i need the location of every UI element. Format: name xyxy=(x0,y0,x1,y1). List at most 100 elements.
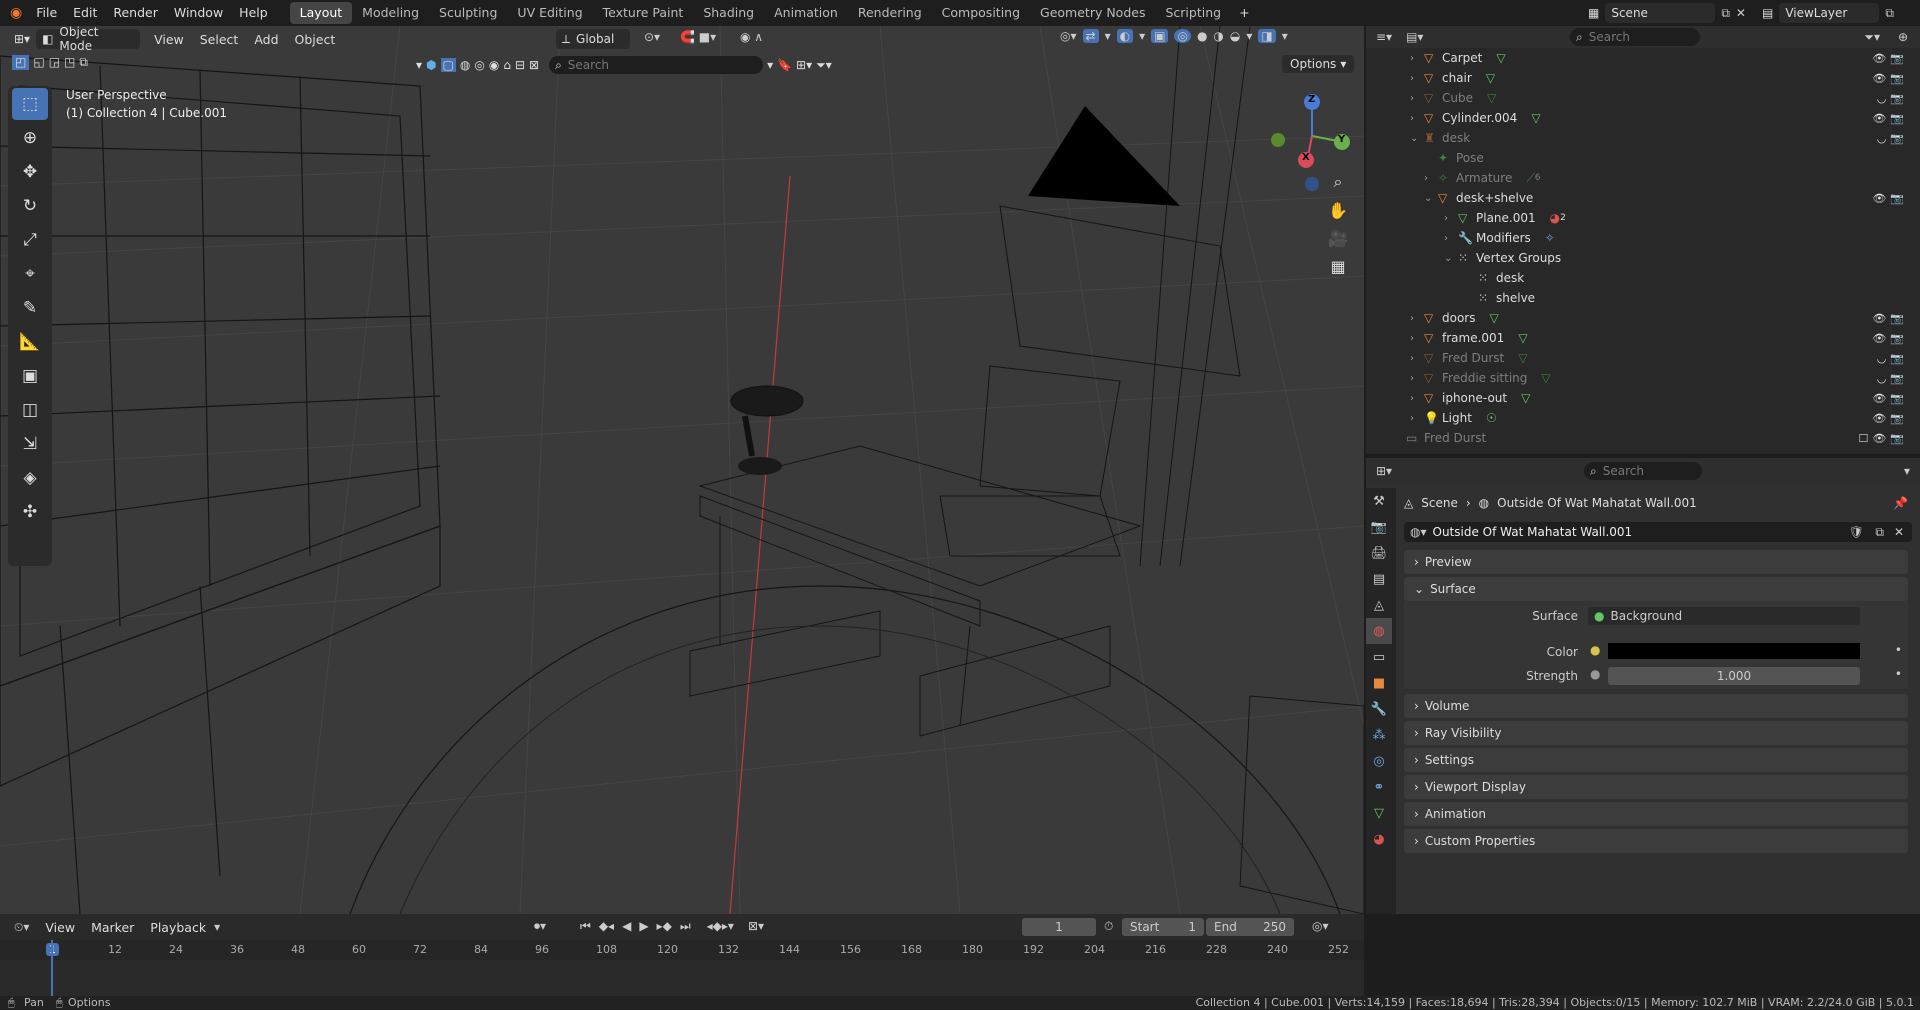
scene-selector[interactable]: Scene xyxy=(1605,3,1716,23)
material-tab-icon[interactable]: ◕ xyxy=(1366,826,1392,852)
collapse-arrow-icon[interactable]: ⌄ xyxy=(1424,193,1438,204)
world-tab-icon[interactable]: ◍ xyxy=(1366,618,1392,644)
new-collection-icon[interactable]: ⊕ xyxy=(1898,30,1908,44)
snap-icon[interactable]: 🧲 ■▾ xyxy=(680,30,716,44)
menu-object[interactable]: Object xyxy=(287,32,344,47)
next-keyframe-icon[interactable]: ▸◆ xyxy=(657,919,672,934)
panel-ray-visibility[interactable]: › Ray Visibility xyxy=(1404,721,1908,745)
blender-logo-icon[interactable]: ◉ xyxy=(0,5,28,21)
start-frame-field[interactable]: Start 1 xyxy=(1122,918,1204,936)
menu-add[interactable]: Add xyxy=(246,32,286,47)
expand-arrow-icon[interactable]: › xyxy=(1424,173,1438,184)
hidden-render-icons[interactable]: ◡📷 xyxy=(1877,132,1908,145)
expand-arrow-icon[interactable]: › xyxy=(1410,93,1424,104)
expand-arrow-icon[interactable]: › xyxy=(1410,393,1424,404)
panel-preview[interactable]: › Preview xyxy=(1404,550,1908,574)
filter-mesh-icon[interactable]: ◍ xyxy=(460,58,470,72)
outliner-item-freddie-sitting[interactable]: › ▽ Freddie sitting ▽ ◡📷 xyxy=(1366,368,1920,388)
hidden-render-icons[interactable]: ◡📷 xyxy=(1877,352,1908,365)
playhead[interactable] xyxy=(51,940,53,996)
menu-file[interactable]: File xyxy=(28,0,65,26)
add-cube-tool[interactable]: ▣ xyxy=(12,360,48,392)
tab-geometry-nodes[interactable]: Geometry Nodes xyxy=(1030,2,1155,24)
particles-tab-icon[interactable]: ⁂ xyxy=(1366,722,1392,748)
timeline-editor-icon[interactable]: ⏲▾ xyxy=(0,920,37,935)
collapse-arrow-icon[interactable]: ⌄ xyxy=(1410,133,1424,144)
panel-settings[interactable]: › Settings xyxy=(1404,748,1908,772)
menu-edit[interactable]: Edit xyxy=(65,0,105,26)
jump-start-icon[interactable]: ⏮ xyxy=(580,919,591,934)
outliner-item-fred-durst-collection[interactable]: ▭ Fred Durst ☐👁📷 xyxy=(1366,428,1920,448)
panel-animation[interactable]: › Animation xyxy=(1404,802,1908,826)
visibility-render-icons[interactable]: 👁📷 xyxy=(1872,412,1908,425)
surface-shader-selector[interactable]: ● Background xyxy=(1588,607,1860,625)
tab-rendering[interactable]: Rendering xyxy=(848,2,932,24)
overlay-toggle-icon[interactable]: ◐ xyxy=(1116,29,1134,43)
outliner-item-iphone-out[interactable]: › ▽ iphone-out ▽ 👁📷 xyxy=(1366,388,1920,408)
select-box-tool[interactable]: ⬚ xyxy=(12,88,48,120)
menu-view[interactable]: View xyxy=(146,32,192,47)
outliner-item-desk[interactable]: ⌄ ♜ desk ◡📷 xyxy=(1366,128,1920,148)
extrude-tool[interactable]: ◫ xyxy=(12,394,48,426)
expand-arrow-icon[interactable]: › xyxy=(1410,373,1424,384)
outliner-item-vgroup-shelve[interactable]: ⁙ shelve xyxy=(1366,288,1920,308)
collection-tab-icon[interactable]: ▭ xyxy=(1366,644,1392,670)
outliner-item-plane[interactable]: › ▽ Plane.001 ◕ 2 xyxy=(1366,208,1920,228)
filter-other-icon[interactable]: ⊟ xyxy=(515,58,525,72)
delete-scene-icon[interactable]: ✕ xyxy=(1736,6,1746,20)
menu-render[interactable]: Render xyxy=(105,0,166,26)
tab-modeling[interactable]: Modeling xyxy=(352,2,429,24)
visibility-icon[interactable]: ◎▾ xyxy=(1060,29,1077,43)
cursor-tool[interactable]: ⊕ xyxy=(12,122,48,154)
outliner-item-modifiers[interactable]: › 🔧 Modifiers ✧ xyxy=(1366,228,1920,248)
outliner-item-frame[interactable]: › ▽ frame.001 ▽ 👁📷 xyxy=(1366,328,1920,348)
timeline-menu-marker[interactable]: Marker xyxy=(83,920,142,935)
expand-arrow-icon[interactable]: › xyxy=(1410,333,1424,344)
options-button[interactable]: Options ▾ xyxy=(1282,55,1355,73)
outliner-item-chair[interactable]: › ▽ chair ▽ 👁📷 xyxy=(1366,68,1920,88)
unlink-world-icon[interactable]: ✕ xyxy=(1894,525,1904,539)
timeline-track[interactable] xyxy=(0,940,1364,996)
physics-tab-icon[interactable]: ◎ xyxy=(1366,748,1392,774)
keyframe-dot-icon[interactable]: • xyxy=(1895,643,1902,657)
gizmo-toggle-icon[interactable]: ⇄ xyxy=(1082,29,1099,43)
play-icon[interactable]: ▶ xyxy=(639,919,648,934)
view-layer-selector[interactable]: ViewLayer xyxy=(1779,3,1880,23)
object-type-filter-icon[interactable]: ⬢ xyxy=(426,58,436,72)
pin-icon[interactable]: 📌 xyxy=(1893,496,1908,510)
filter-camera-icon[interactable]: ◉ xyxy=(489,58,499,72)
solid-shading-icon[interactable]: ● xyxy=(1197,29,1207,43)
timeline-menu-playback[interactable]: Playback xyxy=(142,920,214,935)
expand-arrow-icon[interactable]: › xyxy=(1444,233,1458,244)
visibility-render-icons[interactable]: 👁📷 xyxy=(1872,312,1908,325)
visibility-render-icons[interactable]: 👁📷 xyxy=(1872,72,1908,85)
render-tab-icon[interactable]: 📷 xyxy=(1366,514,1392,540)
wireframe-shading-icon[interactable]: ◎ xyxy=(1174,29,1191,43)
panel-volume[interactable]: › Volume xyxy=(1404,694,1908,718)
outliner-item-cylinder[interactable]: › ▽ Cylinder.004 ▽ 👁📷 xyxy=(1366,108,1920,128)
outliner-filter-icon[interactable]: ⏷▾ xyxy=(1864,30,1880,45)
camera-icon[interactable]: 🎥 xyxy=(1324,224,1352,252)
scene-icon[interactable]: ▦ xyxy=(1588,6,1599,20)
pan-hand-icon[interactable]: ✋ xyxy=(1324,196,1352,224)
zoom-icon[interactable]: ⌕ xyxy=(1324,168,1352,196)
menu-help[interactable]: Help xyxy=(231,0,276,26)
measure-tool[interactable]: 📐 xyxy=(12,326,48,358)
hidden-render-icons[interactable]: ◡📷 xyxy=(1877,372,1908,385)
properties-search-field[interactable]: ⌕ Search xyxy=(1584,462,1702,480)
constraints-tab-icon[interactable]: ⚭ xyxy=(1366,774,1392,800)
sidebar-toggle-icon[interactable]: ◨ xyxy=(1258,29,1276,43)
panel-custom-properties[interactable]: › Custom Properties xyxy=(1404,829,1908,853)
viewport-search-field[interactable]: ⌕ Search xyxy=(549,56,764,74)
outliner-item-vgroup-desk[interactable]: ⁙ desk xyxy=(1366,268,1920,288)
visibility-render-icons[interactable]: 👁📷 xyxy=(1872,112,1908,125)
material-shading-icon[interactable]: ◑ xyxy=(1213,29,1223,43)
timeline-menu-view[interactable]: View xyxy=(37,920,83,935)
bookmark-icon[interactable]: 🔖 xyxy=(777,58,792,72)
display-mode-icon[interactable]: ▤▾ xyxy=(1392,30,1423,44)
select-intersect-icon[interactable]: ⧉ xyxy=(79,55,88,70)
filter-light-icon[interactable]: ⌂ xyxy=(503,58,511,72)
outliner-item-pose[interactable]: ✦ Pose xyxy=(1366,148,1920,168)
outliner-item-doors[interactable]: › ▽ doors ▽ 👁📷 xyxy=(1366,308,1920,328)
outliner-item-desk-shelve[interactable]: ⌄ ▽ desk+shelve 👁📷 xyxy=(1366,188,1920,208)
